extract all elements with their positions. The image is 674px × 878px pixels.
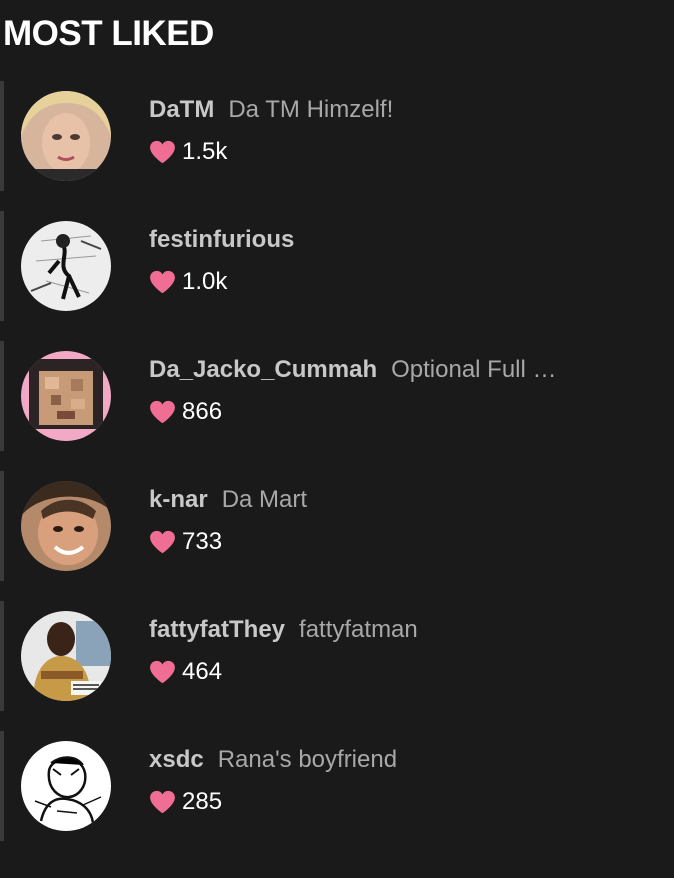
full-name: Optional Full …	[391, 356, 557, 383]
heart-icon	[150, 400, 175, 424]
user-row[interactable]: festinfurious 1.0k	[0, 211, 674, 321]
full-name: Rana's boyfriend	[217, 746, 398, 773]
username[interactable]: k-nar	[149, 486, 208, 513]
full-name: Da Mart	[221, 486, 308, 513]
user-row[interactable]: fattyfatThey fattyfatman 464	[0, 601, 674, 711]
username[interactable]: Da_Jacko_Cummah	[149, 356, 377, 383]
user-row[interactable]: k-nar Da Mart 733	[0, 471, 674, 581]
user-row[interactable]: DaTM Da TM Himzelf! 1.5k	[0, 81, 674, 191]
heart-icon	[150, 660, 175, 684]
username[interactable]: festinfurious	[149, 226, 294, 253]
like-count: 733	[149, 527, 222, 557]
avatar[interactable]	[21, 611, 111, 701]
like-count: 1.0k	[149, 267, 227, 297]
like-count-value: 866	[182, 398, 223, 425]
like-count: 866	[149, 397, 222, 427]
username[interactable]: fattyfatThey	[149, 616, 285, 643]
like-count: 285	[149, 787, 222, 817]
like-count-value: 733	[182, 528, 223, 555]
like-count-value: 1.0k	[182, 268, 228, 295]
like-count: 464	[149, 657, 222, 687]
heart-icon	[150, 270, 175, 294]
heart-icon	[150, 790, 175, 814]
username[interactable]: xsdc	[149, 746, 204, 773]
section-title: MOST LIKED	[3, 14, 214, 53]
username[interactable]: DaTM	[149, 96, 214, 123]
most-liked-list: DaTM Da TM Himzelf! 1.5k festinfurious 1.…	[0, 81, 674, 861]
avatar[interactable]	[21, 351, 111, 441]
like-count-value: 464	[182, 658, 223, 685]
heart-icon	[150, 530, 175, 554]
like-count: 1.5k	[149, 137, 227, 167]
full-name: fattyfatman	[299, 616, 418, 643]
avatar[interactable]	[21, 741, 111, 831]
user-row[interactable]: Da_Jacko_Cummah Optional Full … 866	[0, 341, 674, 451]
like-count-value: 285	[182, 788, 223, 815]
like-count-value: 1.5k	[182, 138, 228, 165]
heart-icon	[150, 140, 175, 164]
user-row[interactable]: xsdc Rana's boyfriend 285	[0, 731, 674, 841]
avatar[interactable]	[21, 481, 111, 571]
avatar[interactable]	[21, 91, 111, 181]
avatar[interactable]	[21, 221, 111, 311]
full-name: Da TM Himzelf!	[228, 96, 394, 123]
